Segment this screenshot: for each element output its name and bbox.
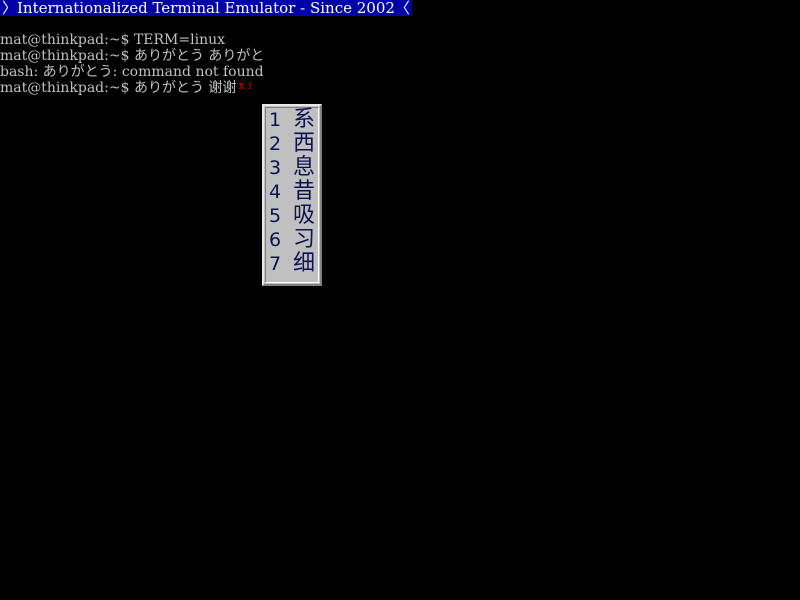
candidate-number: 7 — [269, 253, 282, 275]
candidate-number: 4 — [269, 181, 282, 203]
candidate-char: 细 — [293, 251, 316, 276]
terminal-current-line[interactable]: mat@thinkpad:~$ ありがとう 谢谢 x i — [0, 79, 800, 96]
ime-candidate-window: 1 系 2 西 3 息 4 昔 5 吸 6 习 7 细 — [262, 104, 322, 286]
candidate-char: 习 — [293, 227, 316, 252]
ime-candidate-list: 1 系 2 西 3 息 4 昔 5 吸 6 习 7 细 — [265, 107, 319, 283]
terminal-line: mat@thinkpad:~$ TERM=linux — [0, 32, 225, 48]
candidate-char: 西 — [293, 131, 316, 156]
terminal-line: bash: ありがとう: command not found — [0, 64, 264, 80]
candidate-char: 吸 — [293, 203, 316, 228]
ime-preedit-text: 谢谢 — [208, 80, 237, 96]
candidate-number: 3 — [269, 157, 282, 179]
terminal-title-banner: 〉Internationalized Terminal Emulator - S… — [0, 0, 412, 17]
candidate-char: 昔 — [293, 179, 316, 204]
candidate-number: 5 — [269, 205, 282, 227]
terminal-line: mat@thinkpad:~$ ありがとう ありがと — [0, 48, 265, 64]
ime-candidate-1[interactable]: 1 系 — [266, 108, 320, 132]
ime-candidate-5[interactable]: 5 吸 — [266, 204, 320, 228]
candidate-number: 2 — [269, 133, 282, 155]
candidate-char: 系 — [293, 107, 316, 132]
terminal-output[interactable]: mat@thinkpad:~$ TERM=linux mat@thinkpad:… — [0, 32, 800, 96]
candidate-char: 息 — [293, 155, 316, 180]
ime-candidate-4[interactable]: 4 昔 — [266, 180, 320, 204]
terminal-prompt: mat@thinkpad:~$ ありがとう — [0, 80, 209, 96]
ime-candidate-7[interactable]: 7 细 — [266, 252, 320, 276]
ime-status-indicator: x i — [238, 79, 252, 92]
candidate-number: 6 — [269, 229, 282, 251]
ime-candidate-3[interactable]: 3 息 — [266, 156, 320, 180]
ime-candidate-2[interactable]: 2 西 — [266, 132, 320, 156]
ime-candidate-6[interactable]: 6 习 — [266, 228, 320, 252]
candidate-number: 1 — [269, 109, 282, 131]
